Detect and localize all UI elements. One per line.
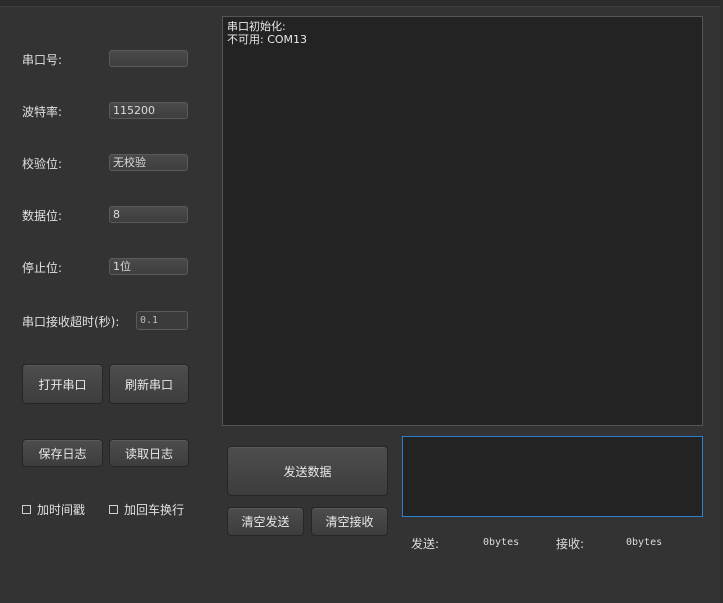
- send-textarea[interactable]: [402, 436, 703, 517]
- recv-count-label: 接收:: [556, 537, 585, 551]
- parity-label: 校验位:: [22, 157, 63, 171]
- checkbox-box-icon[interactable]: [22, 505, 31, 514]
- receive-line: 不可用: COM13: [227, 33, 308, 46]
- sent-count-value: 0bytes: [483, 537, 520, 548]
- baud-select[interactable]: 115200: [109, 102, 188, 119]
- save-log-button[interactable]: 保存日志: [22, 439, 103, 467]
- newline-checkbox-label: 加回车换行: [124, 503, 185, 517]
- serial-tool-window: 串口号: 波特率: 115200 校验位: 无校验 数据位: 8 停止位: 1位…: [0, 0, 723, 603]
- refresh-port-button[interactable]: 刷新串口: [109, 364, 189, 404]
- top-border: [0, 0, 723, 7]
- clear-receive-button[interactable]: 清空接收: [311, 507, 388, 536]
- timestamp-checkbox[interactable]: 加时间戳: [22, 501, 85, 518]
- databits-label: 数据位:: [22, 209, 63, 223]
- stopbits-label: 停止位:: [22, 261, 63, 275]
- send-data-button[interactable]: 发送数据: [227, 446, 388, 496]
- stopbits-select[interactable]: 1位: [109, 258, 188, 275]
- recv-count-value: 0bytes: [626, 537, 663, 548]
- port-select[interactable]: [109, 50, 188, 67]
- baud-label: 波特率:: [22, 105, 63, 119]
- sent-count-label: 发送:: [411, 537, 440, 551]
- checkbox-box-icon[interactable]: [109, 505, 118, 514]
- open-port-button[interactable]: 打开串口: [22, 364, 103, 404]
- read-log-button[interactable]: 读取日志: [109, 439, 189, 467]
- databits-select[interactable]: 8: [109, 206, 188, 223]
- timestamp-checkbox-label: 加时间戳: [37, 503, 86, 517]
- clear-send-button[interactable]: 清空发送: [227, 507, 304, 536]
- receive-textarea[interactable]: 串口初始化: 不可用: COM13: [222, 16, 703, 426]
- port-label: 串口号:: [22, 53, 63, 67]
- newline-checkbox[interactable]: 加回车换行: [109, 501, 184, 518]
- receive-line: 串口初始化:: [227, 20, 286, 33]
- timeout-label: 串口接收超时(秒):: [22, 315, 120, 329]
- timeout-input[interactable]: 0.1: [136, 311, 188, 330]
- parity-select[interactable]: 无校验: [109, 154, 188, 171]
